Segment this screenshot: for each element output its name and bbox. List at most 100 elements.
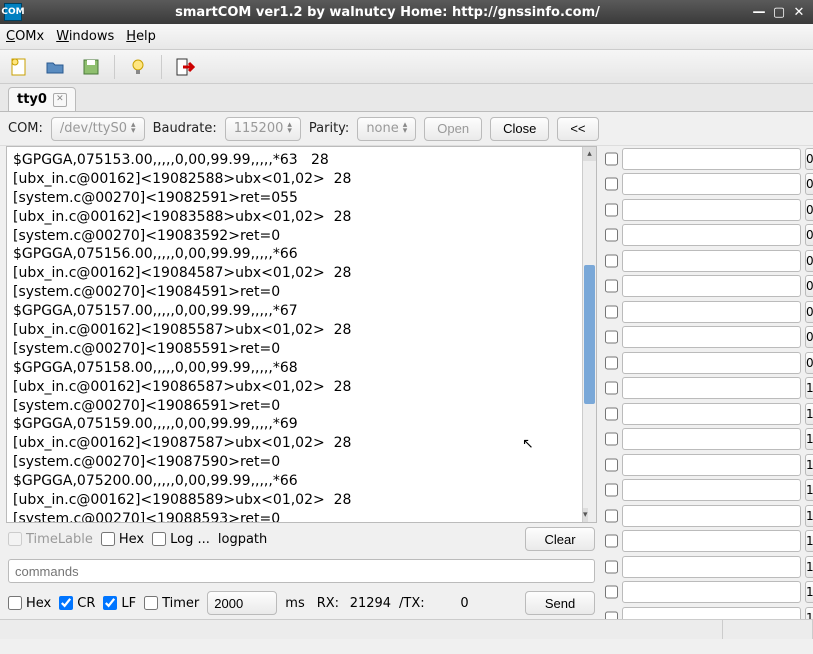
macro-send-button[interactable]: 08 <box>805 326 813 348</box>
send-button[interactable]: Send <box>525 591 595 615</box>
connection-bar: COM: /dev/ttyS0▴▾ Baudrate: 115200▴▾ Par… <box>0 112 813 146</box>
macro-send-button[interactable]: 18 <box>805 581 813 603</box>
macro-checkbox[interactable] <box>605 585 618 599</box>
parity-label: Parity: <box>309 121 349 136</box>
log-checkbox[interactable]: Log ... <box>152 532 210 547</box>
macro-checkbox[interactable] <box>605 534 618 548</box>
open-icon[interactable] <box>42 54 68 80</box>
macro-field[interactable] <box>622 403 801 425</box>
statusbar <box>0 619 813 639</box>
lightbulb-icon[interactable] <box>125 54 151 80</box>
macro-field[interactable] <box>622 301 801 323</box>
back-button[interactable]: << <box>557 117 598 141</box>
macro-checkbox[interactable] <box>605 356 618 370</box>
macro-checkbox[interactable] <box>605 254 618 268</box>
scroll-track[interactable] <box>583 161 596 508</box>
macro-checkbox[interactable] <box>605 432 618 446</box>
macro-field[interactable] <box>622 607 801 619</box>
macro-field[interactable] <box>622 173 801 195</box>
macro-field[interactable] <box>622 199 801 221</box>
scroll-thumb[interactable] <box>584 265 595 404</box>
macro-checkbox[interactable] <box>605 203 618 217</box>
macro-send-button[interactable]: 10 <box>805 377 813 399</box>
exit-icon[interactable] <box>172 54 198 80</box>
macro-send-button[interactable]: 11 <box>805 403 813 425</box>
open-button[interactable]: Open <box>424 117 482 141</box>
macro-field[interactable] <box>622 377 801 399</box>
menu-help[interactable]: Help <box>126 29 156 44</box>
terminal-scrollbar[interactable]: ▴ ▾ <box>582 147 596 522</box>
macro-checkbox[interactable] <box>605 177 618 191</box>
macro-send-button[interactable]: 03 <box>805 199 813 221</box>
macro-field[interactable] <box>622 530 801 552</box>
tab-tty0[interactable]: tty0 ✕ <box>8 87 76 111</box>
macro-checkbox[interactable] <box>605 611 618 619</box>
macro-field[interactable] <box>622 505 801 527</box>
macro-checkbox[interactable] <box>605 305 618 319</box>
macro-send-button[interactable]: 09 <box>805 352 813 374</box>
macro-row: 04 <box>605 223 807 249</box>
macro-checkbox[interactable] <box>605 330 618 344</box>
new-file-icon[interactable] <box>6 54 32 80</box>
close-window-button[interactable]: ✕ <box>789 3 809 21</box>
macro-field[interactable] <box>622 224 801 246</box>
tab-close-icon[interactable]: ✕ <box>53 93 67 107</box>
macro-send-button[interactable]: 15 <box>805 505 813 527</box>
macro-checkbox[interactable] <box>605 407 618 421</box>
timelabel-checkbox[interactable]: TimeLable <box>8 532 93 547</box>
macro-send-button[interactable]: 16 <box>805 530 813 552</box>
macro-row: 06 <box>605 274 807 300</box>
macro-send-button[interactable]: 05 <box>805 250 813 272</box>
macro-checkbox[interactable] <box>605 381 618 395</box>
macro-checkbox[interactable] <box>605 279 618 293</box>
macro-field[interactable] <box>622 428 801 450</box>
macro-send-button[interactable]: 07 <box>805 301 813 323</box>
macro-checkbox[interactable] <box>605 228 618 242</box>
macro-field[interactable] <box>622 352 801 374</box>
parity-select[interactable]: none▴▾ <box>357 117 416 141</box>
command-input[interactable] <box>8 559 595 583</box>
close-button[interactable]: Close <box>490 117 549 141</box>
macro-checkbox[interactable] <box>605 483 618 497</box>
macro-field[interactable] <box>622 479 801 501</box>
macro-send-button[interactable]: 04 <box>805 224 813 246</box>
window-title: smartCOM ver1.2 by walnutcy Home: http:/… <box>26 5 749 20</box>
menu-comx[interactable]: COMx <box>6 29 44 44</box>
macro-field[interactable] <box>622 454 801 476</box>
macro-checkbox[interactable] <box>605 560 618 574</box>
macro-send-button[interactable]: 14 <box>805 479 813 501</box>
macro-send-button[interactable]: 01 <box>805 148 813 170</box>
lf-checkbox[interactable]: LF <box>103 596 136 611</box>
macro-field[interactable] <box>622 275 801 297</box>
terminal-output[interactable]: $GPGGA,075153.00,,,,,0,00,99.99,,,,,*63 … <box>6 146 597 523</box>
macro-field[interactable] <box>622 581 801 603</box>
clear-button[interactable]: Clear <box>525 527 595 551</box>
macro-field[interactable] <box>622 326 801 348</box>
com-port-select[interactable]: /dev/ttyS0▴▾ <box>51 117 145 141</box>
minimize-button[interactable]: — <box>749 3 769 21</box>
baudrate-label: Baudrate: <box>153 121 217 136</box>
maximize-button[interactable]: ▢ <box>769 3 789 21</box>
macro-send-button[interactable]: 17 <box>805 556 813 578</box>
macro-field[interactable] <box>622 250 801 272</box>
macro-send-button[interactable]: 19 <box>805 607 813 619</box>
menu-windows[interactable]: Windows <box>56 29 114 44</box>
macro-field[interactable] <box>622 148 801 170</box>
scroll-down-icon[interactable]: ▾ <box>583 508 588 522</box>
hex-send-checkbox[interactable]: Hex <box>8 596 51 611</box>
macro-send-button[interactable]: 12 <box>805 428 813 450</box>
macro-checkbox[interactable] <box>605 458 618 472</box>
timer-input[interactable] <box>207 591 277 615</box>
cr-checkbox[interactable]: CR <box>59 596 95 611</box>
save-icon[interactable] <box>78 54 104 80</box>
baudrate-select[interactable]: 115200▴▾ <box>225 117 301 141</box>
macro-checkbox[interactable] <box>605 509 618 523</box>
hex-view-checkbox[interactable]: Hex <box>101 532 144 547</box>
timer-checkbox[interactable]: Timer <box>144 596 199 611</box>
macro-send-button[interactable]: 06 <box>805 275 813 297</box>
macro-checkbox[interactable] <box>605 152 618 166</box>
macro-send-button[interactable]: 13 <box>805 454 813 476</box>
macro-send-button[interactable]: 02 <box>805 173 813 195</box>
scroll-up-icon[interactable]: ▴ <box>583 147 596 161</box>
macro-field[interactable] <box>622 556 801 578</box>
